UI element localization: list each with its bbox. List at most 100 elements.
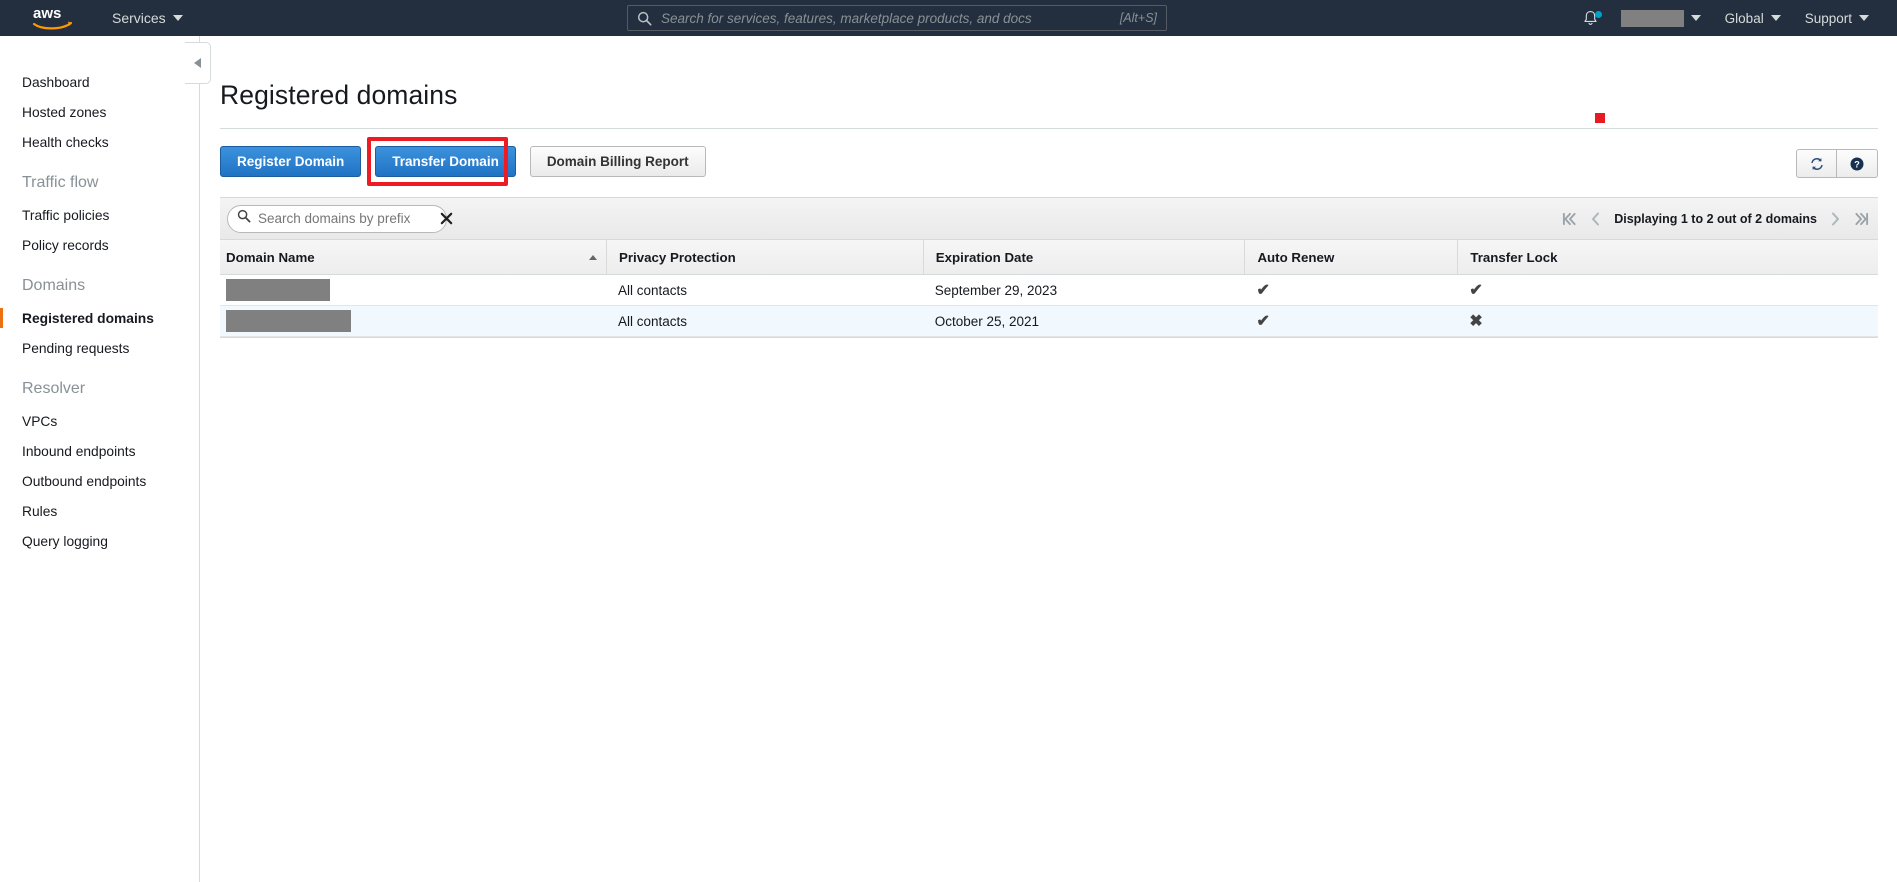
last-page-button[interactable]: [1854, 212, 1869, 226]
sidebar-item-pending-requests[interactable]: Pending requests: [0, 333, 199, 363]
sidebar-item-list: Dashboard Hosted zones Health checks Traffi…: [0, 36, 199, 556]
column-header-expiration-date[interactable]: Expiration Date: [922, 239, 1245, 275]
domain-search-box[interactable]: [227, 204, 453, 233]
column-header-label: Privacy Protection: [618, 249, 736, 265]
sidebar-item-inbound-endpoints[interactable]: Inbound endpoints: [0, 436, 199, 466]
cell-domain-name[interactable]: [220, 306, 606, 337]
table-icon-button-group: ?: [1796, 149, 1878, 178]
page-title: Registered domains: [220, 80, 458, 110]
global-search-box[interactable]: [Alt+S]: [627, 5, 1167, 31]
chevron-left-icon: [194, 58, 201, 68]
notifications-button[interactable]: [1572, 9, 1609, 27]
sidebar-item-health-checks[interactable]: Health checks: [0, 127, 199, 157]
search-icon: [637, 11, 652, 26]
clear-search-icon[interactable]: [435, 211, 454, 226]
account-menu[interactable]: [1609, 9, 1713, 27]
sidebar-item-label: Domains: [22, 277, 86, 294]
column-header-auto-renew[interactable]: Auto Renew: [1244, 239, 1457, 275]
sidebar-item-label: Rules: [22, 503, 58, 519]
table-row[interactable]: All contacts September 29, 2023 ✔ ✔: [220, 275, 1878, 306]
sidebar-item-hosted-zones[interactable]: Hosted zones: [0, 97, 199, 127]
column-header-label: Domain Name: [226, 249, 315, 265]
main-content: Registered domains Register Domain Transf…: [201, 36, 1897, 882]
aws-logo[interactable]: aws: [22, 5, 84, 31]
global-search-input[interactable]: [661, 10, 1120, 26]
sidebar-collapse-button[interactable]: [185, 42, 211, 84]
domain-search-input[interactable]: [258, 211, 435, 226]
cell-auto-renew-icon: ✔: [1256, 313, 1270, 330]
account-name-redacted: [1620, 9, 1684, 27]
chevron-down-icon: [172, 15, 183, 21]
next-page-button[interactable]: [1830, 212, 1841, 226]
cell-expiration-date: October 25, 2021: [923, 306, 1245, 337]
sidebar-group-traffic-flow: Traffic flow: [0, 166, 199, 200]
transfer-domain-button[interactable]: Transfer Domain: [375, 146, 516, 177]
sidebar-item-rules[interactable]: Rules: [0, 496, 199, 526]
chevron-down-icon: [1690, 15, 1701, 21]
sort-ascending-icon: [588, 254, 597, 260]
sidebar-item-label: Hosted zones: [22, 104, 107, 120]
cell-privacy-protection: All contacts: [606, 306, 923, 337]
title-divider: [220, 128, 1878, 129]
action-button-row: Register Domain Transfer Domain Domain Bil…: [220, 137, 1897, 186]
help-button[interactable]: ?: [1837, 149, 1878, 178]
button-label: Register Domain: [237, 154, 345, 169]
column-header-transfer-lock[interactable]: Transfer Lock: [1457, 239, 1878, 275]
sidebar-group-resolver: Resolver: [0, 372, 199, 406]
first-page-button[interactable]: [1562, 212, 1577, 226]
sidebar-item-outbound-endpoints[interactable]: Outbound endpoints: [0, 466, 199, 496]
support-menu[interactable]: Support: [1793, 11, 1881, 26]
cell-auto-renew: ✔: [1244, 275, 1457, 306]
sidebar-item-traffic-policies[interactable]: Traffic policies: [0, 200, 199, 230]
region-label: Global: [1724, 10, 1764, 26]
domains-panel: Displaying 1 to 2 out of 2 domains Domai…: [220, 197, 1878, 338]
cell-privacy-protection-text: All contacts: [617, 282, 687, 298]
cell-expiration-date: September 29, 2023: [923, 275, 1245, 306]
sidebar-item-query-logging[interactable]: Query logging: [0, 526, 199, 556]
previous-page-button[interactable]: [1590, 212, 1601, 226]
column-header-domain-name[interactable]: Domain Name: [220, 240, 606, 275]
chevron-down-icon: [1770, 15, 1781, 21]
sidebar-item-label: Query logging: [22, 533, 108, 549]
sidebar-group-domains: Domains: [0, 269, 199, 303]
table-row[interactable]: All contacts October 25, 2021 ✔ ✖: [220, 306, 1878, 337]
cell-transfer-lock: ✔: [1457, 275, 1878, 306]
sidebar-item-registered-domains[interactable]: Registered domains: [0, 303, 199, 333]
column-header-label: Transfer Lock: [1470, 249, 1558, 265]
search-icon: [237, 209, 251, 228]
sidebar-item-label: Health checks: [22, 134, 109, 150]
svg-text:?: ?: [1854, 159, 1860, 169]
notification-badge-dot: [1594, 11, 1602, 18]
nav-services-menu[interactable]: Services: [112, 10, 183, 26]
sidebar-item-vpcs[interactable]: VPCs: [0, 406, 199, 436]
refresh-button[interactable]: [1796, 149, 1837, 178]
aws-logo-icon: aws: [32, 5, 73, 30]
refresh-icon: [1810, 157, 1823, 170]
search-shortcut-hint: [Alt+S]: [1119, 11, 1157, 25]
table-body: All contacts September 29, 2023 ✔ ✔ All cont…: [220, 275, 1878, 337]
cell-privacy-protection-text: All contacts: [617, 313, 687, 329]
register-domain-button[interactable]: Register Domain: [220, 146, 362, 177]
cell-domain-name[interactable]: [220, 275, 606, 306]
domain-name-redacted: [226, 279, 330, 301]
sidebar-item-policy-records[interactable]: Policy records: [0, 230, 199, 260]
cell-expiration-date-text: September 29, 2023: [934, 282, 1058, 298]
sidebar-item-label: Outbound endpoints: [22, 473, 147, 489]
sidebar-item-dashboard[interactable]: Dashboard: [0, 67, 199, 97]
nav-right-cluster: Global Support: [1572, 0, 1897, 36]
cell-privacy-protection: All contacts: [606, 275, 923, 306]
sidebar-item-label: Traffic flow: [22, 174, 99, 191]
region-menu[interactable]: Global: [1713, 11, 1793, 26]
sidebar-item-label: Registered domains: [22, 310, 154, 326]
sidebar-item-label: Dashboard: [22, 74, 90, 90]
sidebar-item-label: Resolver: [22, 380, 86, 397]
sidebar-item-label: Inbound endpoints: [22, 443, 136, 459]
support-label: Support: [1804, 10, 1852, 26]
domain-billing-report-button[interactable]: Domain Billing Report: [529, 146, 706, 177]
cell-transfer-lock-icon: ✔: [1469, 282, 1483, 299]
top-navigation-bar: aws Services [Alt+S]: [0, 0, 1897, 36]
column-header-privacy-protection[interactable]: Privacy Protection: [605, 239, 923, 275]
button-label: Transfer Domain: [392, 154, 499, 169]
column-header-label: Auto Renew: [1257, 249, 1335, 265]
sidebar-item-label: VPCs: [22, 413, 58, 429]
